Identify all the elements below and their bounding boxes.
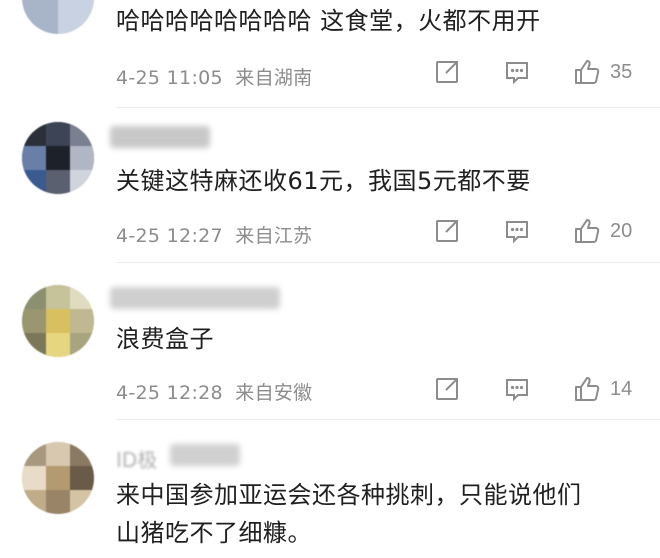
comment-meta: 4-25 11:05 来自湖南: [116, 63, 312, 90]
comment-date: 4-25: [116, 382, 161, 404]
username-partial[interactable]: ID极: [116, 444, 157, 473]
comment-item: ID极 来中国参加亚运会还各种挑刺，只能说他们 山猪吃不了细糠。: [0, 420, 660, 558]
comment-meta: 4-25 12:28 来自安徽: [116, 378, 312, 405]
like-count: 14: [610, 377, 633, 400]
thumbs-up-icon: [575, 219, 600, 243]
comment-text: 关键这特麻还收61元，我国5元都不要: [116, 167, 531, 195]
like-count: 35: [610, 60, 633, 83]
repost-icon: [436, 378, 458, 400]
repost-icon: [436, 220, 458, 242]
thumbs-up-icon: [575, 377, 600, 401]
comment-button[interactable]: [503, 58, 531, 86]
like-button[interactable]: 14: [572, 374, 632, 404]
thumbs-up-icon: [575, 60, 600, 84]
comment-text-line1: 来中国参加亚运会还各种挑刺，只能说他们: [116, 481, 582, 509]
like-button[interactable]: 35: [572, 57, 632, 87]
like-count: 20: [610, 219, 633, 242]
comment-date: 4-25: [116, 67, 161, 89]
comment-item: 关键这特麻还收61元，我国5元都不要 4-25 12:27 来自江苏 20: [0, 110, 660, 263]
comment-text: 浪费盒子: [116, 325, 214, 353]
divider: [116, 107, 660, 108]
repost-button[interactable]: [433, 58, 461, 86]
comment-location: 来自安徽: [235, 382, 313, 404]
avatar[interactable]: [22, 122, 94, 194]
like-button[interactable]: 20: [572, 216, 632, 246]
avatar[interactable]: [22, 0, 94, 34]
comment-time: 12:28: [166, 382, 223, 404]
username-blurred[interactable]: [110, 287, 280, 309]
comment-text: 哈哈哈哈哈哈哈哈 这食堂，火都不用开: [116, 7, 541, 35]
avatar[interactable]: [22, 442, 94, 514]
comment-location: 来自江苏: [235, 225, 313, 247]
comment-text-line2: 山猪吃不了细糠。: [116, 519, 312, 547]
comment-meta: 4-25 12:27 来自江苏: [116, 221, 312, 248]
username-blurred: [170, 444, 240, 466]
comment-button[interactable]: [503, 217, 531, 245]
comment-button[interactable]: [503, 375, 531, 403]
repost-button[interactable]: [433, 375, 461, 403]
comment-item: 浪费盒子 4-25 12:28 来自安徽 14: [0, 263, 660, 420]
comment-icon: [506, 379, 528, 402]
comment-time: 11:05: [166, 67, 223, 89]
comment-date: 4-25: [116, 225, 161, 247]
comment-time: 12:27: [166, 225, 223, 247]
username-blurred[interactable]: [110, 126, 210, 148]
comment-location: 来自湖南: [235, 67, 313, 89]
comment-icon: [506, 62, 528, 85]
repost-icon: [436, 61, 458, 83]
avatar[interactable]: [22, 285, 94, 357]
repost-button[interactable]: [433, 217, 461, 245]
comment-item: 哈哈哈哈哈哈哈哈 这食堂，火都不用开 4-25 11:05 来自湖南 35: [0, 0, 660, 110]
comment-icon: [506, 221, 528, 244]
